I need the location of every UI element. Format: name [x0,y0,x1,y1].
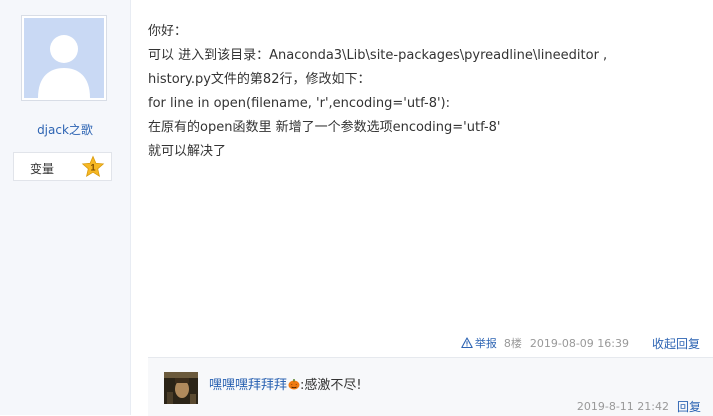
default-avatar-icon [24,18,104,98]
report-link[interactable]: 举报 [461,335,497,351]
author-sidebar: djack之歌 变量 1 [0,0,131,415]
post-line: history.py文件的第82行，修改如下： [148,72,371,87]
post-line: 就可以解决了 [148,144,227,159]
level-badge[interactable]: 变量 1 [13,152,112,181]
reply-time: 2019-8-11 21:42 [576,400,669,413]
avatar[interactable] [21,15,107,101]
reply-avatar[interactable] [164,372,198,404]
star-level-icon: 1 [81,155,105,177]
reply-avatar-image [164,372,198,404]
post-line: 在原有的open函数里 新增了一个参数选项encoding='utf-8' [148,120,501,135]
author-name[interactable]: djack之歌 [0,121,130,138]
level-label: 变量 [30,162,55,176]
reply-panel: 嘿嘿嘿拜拜拜 :感激不尽! 2019-8-11 21:42 回复 [148,357,713,416]
post-tail: 举报 8楼 2019-08-09 16:39 收起回复 [461,334,700,352]
report-label: 举报 [474,337,497,350]
collapse-replies-link[interactable]: 收起回复 [652,335,700,352]
post-content: 你好： 可以 进入到该目录：Anaconda3\Lib\site-package… [148,20,688,164]
reply-username[interactable]: 嘿嘿嘿拜拜拜 [209,374,287,393]
post-line: 可以 进入到该目录：Anaconda3\Lib\site-packages\py… [148,48,608,63]
pumpkin-icon [288,378,300,389]
warning-icon [461,337,473,349]
floor-number: 8楼 [503,337,522,350]
post-time: 2019-08-09 16:39 [529,336,629,350]
reply-text: 嘿嘿嘿拜拜拜 :感激不尽! [209,374,362,393]
reply-message: :感激不尽! [300,378,362,393]
level-number: 1 [90,163,95,173]
reply-meta: 2019-8-11 21:42 回复 [577,398,701,415]
reply-button[interactable]: 回复 [677,398,701,415]
post-line: 你好： [148,24,188,39]
post-line: for line in open(filename, 'r',encoding=… [148,96,451,111]
